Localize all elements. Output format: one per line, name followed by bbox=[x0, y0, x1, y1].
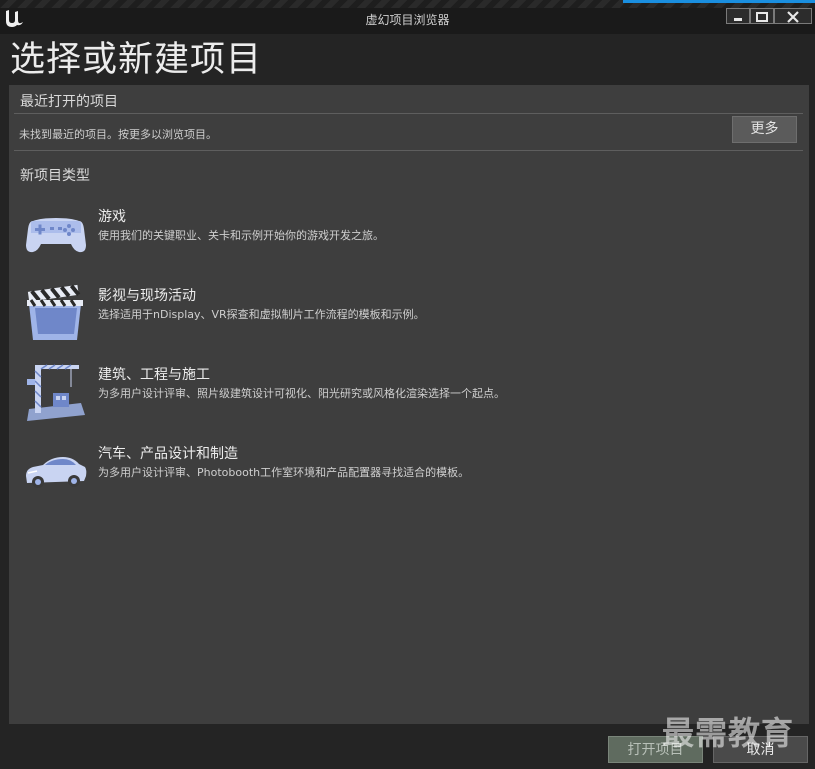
project-type-architecture[interactable]: 建筑、工程与施工 为多用户设计评审、照片级建筑设计可视化、阳光研究或风格化渲染选… bbox=[21, 357, 781, 429]
project-type-desc: 使用我们的关键职业、关卡和示例开始你的游戏开发之旅。 bbox=[98, 229, 384, 242]
cancel-button[interactable]: 取消 bbox=[713, 736, 808, 763]
project-type-games[interactable]: 游戏 使用我们的关键职业、关卡和示例开始你的游戏开发之旅。 bbox=[21, 199, 781, 271]
divider bbox=[14, 113, 803, 114]
more-button[interactable]: 更多 bbox=[732, 116, 797, 143]
project-panel: 最近打开的项目 未找到最近的项目。按更多以浏览项目。 更多 新项目类型 游戏 使… bbox=[9, 85, 809, 724]
project-type-name: 游戏 bbox=[98, 209, 126, 225]
titlebar-accent bbox=[623, 0, 815, 3]
new-project-types-title: 新项目类型 bbox=[20, 168, 90, 184]
recent-empty-text: 未找到最近的项目。按更多以浏览项目。 bbox=[19, 128, 217, 141]
project-type-name: 建筑、工程与施工 bbox=[98, 367, 210, 383]
recent-projects-title: 最近打开的项目 bbox=[20, 94, 118, 110]
close-button[interactable] bbox=[774, 8, 812, 24]
project-type-film[interactable]: 影视与现场活动 选择适用于nDisplay、VR探查和虚拟制片工作流程的模板和示… bbox=[21, 278, 781, 350]
maximize-icon bbox=[756, 12, 768, 22]
car-icon bbox=[26, 457, 87, 488]
open-project-button[interactable]: 打开项目 bbox=[608, 736, 703, 763]
project-type-desc: 为多用户设计评审、Photobooth工作室环境和产品配置器寻找适合的模板。 bbox=[98, 466, 470, 479]
project-type-name: 影视与现场活动 bbox=[98, 288, 196, 304]
crane-icon bbox=[27, 364, 85, 421]
project-type-automotive[interactable]: 汽车、产品设计和制造 为多用户设计评审、Photobooth工作室环境和产品配置… bbox=[21, 436, 781, 508]
close-icon bbox=[787, 11, 799, 23]
page-title: 选择或新建项目 bbox=[10, 40, 263, 80]
window-title: 虚幻项目浏览器 bbox=[365, 13, 450, 27]
window-titlebar[interactable]: 虚幻项目浏览器 bbox=[0, 0, 815, 34]
clapperboard-icon bbox=[27, 284, 83, 340]
project-type-name: 汽车、产品设计和制造 bbox=[98, 446, 238, 462]
minimize-icon bbox=[734, 18, 742, 21]
maximize-button[interactable] bbox=[750, 8, 774, 24]
minimize-button[interactable] bbox=[726, 8, 750, 24]
project-type-desc: 为多用户设计评审、照片级建筑设计可视化、阳光研究或风格化渲染选择一个起点。 bbox=[98, 387, 505, 400]
gamepad-icon bbox=[26, 218, 86, 253]
divider bbox=[14, 150, 803, 151]
project-type-desc: 选择适用于nDisplay、VR探查和虚拟制片工作流程的模板和示例。 bbox=[98, 308, 425, 321]
